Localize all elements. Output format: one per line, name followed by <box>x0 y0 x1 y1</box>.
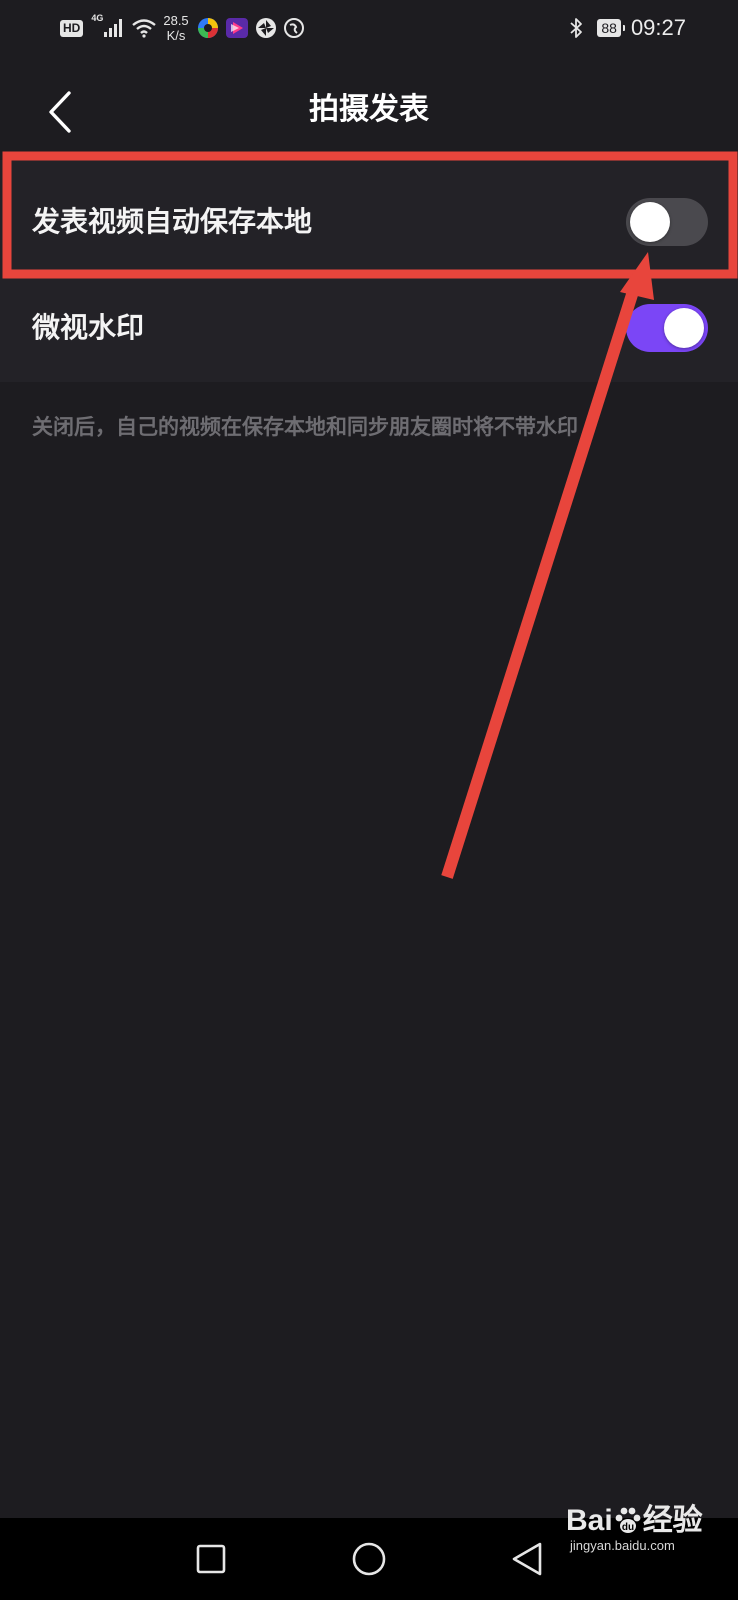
baidu-jingyan-watermark: Bai du 经验 jingyan.baidu.com <box>566 1504 726 1564</box>
bluetooth-icon <box>570 18 583 38</box>
jingyan-logo-text: 经验 <box>642 1504 703 1537</box>
svg-text:du: du <box>622 1522 634 1533</box>
triangle-back-icon <box>512 1542 542 1576</box>
clock: 09:27 <box>630 15 686 40</box>
home-button[interactable] <box>346 1536 392 1582</box>
toggle-knob <box>664 308 704 348</box>
network-speed-unit: K/s <box>166 28 186 43</box>
app-notification-icon-aperture <box>255 18 276 38</box>
network-speed-value: 28.5 <box>163 13 189 28</box>
app-notification-icon-video <box>225 18 248 38</box>
square-icon <box>196 1544 226 1574</box>
setting-label-auto-save: 发表视频自动保存本地 <box>32 205 313 238</box>
baidu-logo-text: Bai <box>566 1504 613 1537</box>
paw-icon: du <box>615 1507 641 1533</box>
battery-indicator: 88 <box>597 19 625 37</box>
baidu-logo: Bai du 经验 <box>566 1504 703 1538</box>
settings-group: 发表视频自动保存本地 微视水印 <box>0 160 738 382</box>
setting-row-auto-save[interactable]: 发表视频自动保存本地 <box>0 172 738 272</box>
recent-apps-button[interactable] <box>188 1536 234 1582</box>
status-bar: HD 4G 28.5 K/s 88 09:27 <box>0 0 738 56</box>
setting-label-watermark: 微视水印 <box>32 311 145 344</box>
system-back-button[interactable] <box>504 1536 550 1582</box>
hd-badge: HD <box>60 19 84 37</box>
setting-row-watermark[interactable]: 微视水印 <box>0 278 738 378</box>
toggle-knob <box>630 202 670 242</box>
network-type-label: 4G <box>91 13 104 23</box>
auto-save-toggle[interactable] <box>626 198 708 246</box>
status-bar-left: HD 4G 28.5 K/s <box>60 10 311 46</box>
circle-icon <box>352 1542 386 1576</box>
watermark-url: jingyan.baidu.com <box>570 1538 675 1553</box>
wifi-icon <box>132 19 157 38</box>
app-notification-icon-colorful <box>197 18 218 38</box>
screen: HD 4G 28.5 K/s 88 09:27 拍摄发表 发表视频自动保存本地 … <box>0 0 738 1600</box>
status-bar-right: 88 09:27 <box>569 10 686 46</box>
watermark-hint-text: 关闭后，自己的视频在保存本地和同步朋友圈时将不带水印 <box>32 415 578 439</box>
app-notification-icon-globe <box>283 18 304 38</box>
page-title: 拍摄发表 <box>309 92 429 127</box>
app-header: 拍摄发表 <box>0 62 738 162</box>
network-speed: 28.5 K/s <box>163 13 188 43</box>
signal-icon <box>104 19 123 37</box>
watermark-toggle[interactable] <box>626 304 708 352</box>
